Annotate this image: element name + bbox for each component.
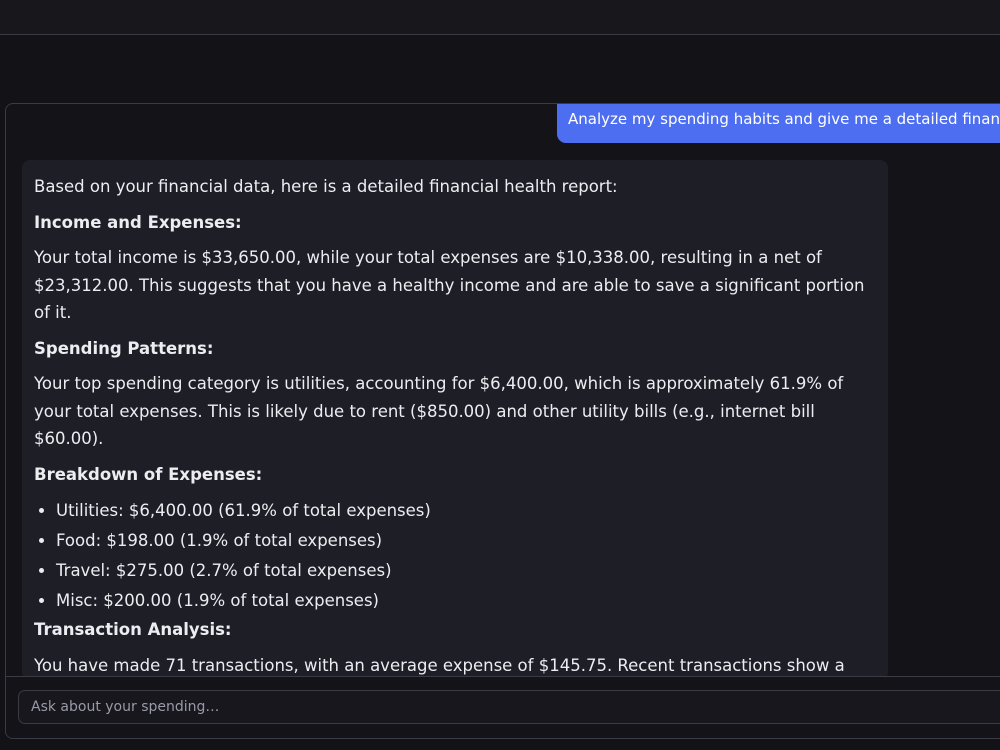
composer-bar bbox=[6, 676, 1000, 738]
assistant-intro: Based on your financial data, here is a … bbox=[34, 177, 618, 196]
section-body-income: Your total income is $33,650.00, while y… bbox=[34, 248, 865, 322]
expense-breakdown-list: Utilities: $6,400.00 (61.9% of total exp… bbox=[34, 496, 876, 616]
user-message-bubble: Analyze my spending habits and give me a… bbox=[557, 104, 1000, 143]
list-item: Misc: $200.00 (1.9% of total expenses) bbox=[56, 586, 876, 616]
assistant-message: Based on your financial data, here is a … bbox=[22, 160, 888, 680]
section-body-spending-patterns: Your top spending category is utilities,… bbox=[34, 374, 844, 448]
list-item: Travel: $275.00 (2.7% of total expenses) bbox=[56, 556, 876, 586]
section-heading-spending-patterns: Spending Patterns: bbox=[34, 338, 214, 358]
section-heading-transactions: Transaction Analysis: bbox=[34, 620, 232, 639]
chat-input[interactable] bbox=[18, 690, 1000, 724]
list-item: Utilities: $6,400.00 (61.9% of total exp… bbox=[56, 496, 876, 526]
chat-panel: Analyze my spending habits and give me a… bbox=[5, 103, 1000, 739]
top-bar bbox=[0, 0, 1000, 35]
list-item: Food: $198.00 (1.9% of total expenses) bbox=[56, 526, 876, 556]
section-heading-breakdown: Breakdown of Expenses: bbox=[34, 464, 263, 484]
section-heading-income: Income and Expenses: bbox=[34, 212, 242, 232]
